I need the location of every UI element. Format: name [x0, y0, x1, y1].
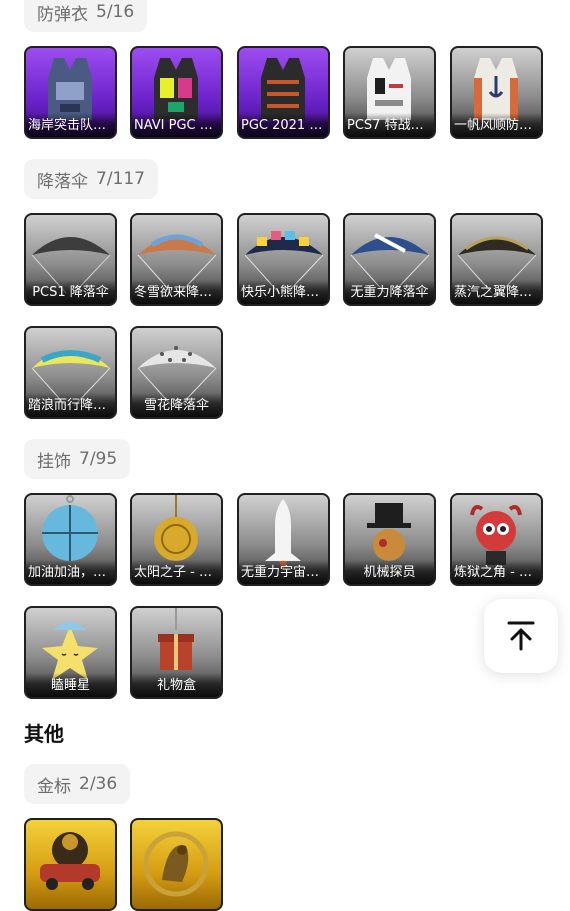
card-label: PGC 2021 防弹衣: [239, 113, 328, 137]
section-tag-name: 防弹衣: [37, 4, 88, 25]
pendant-card-6[interactable]: 瞌睡星: [24, 606, 117, 699]
gold-card-2[interactable]: [130, 818, 223, 911]
section-tag-armor: 防弹衣 5/16: [24, 0, 148, 32]
parachute-card-3[interactable]: 快乐小熊降落伞: [237, 213, 330, 306]
section-tag-name: 降落伞: [37, 171, 88, 192]
armor-card-5[interactable]: 一帆风顺防弹衣: [450, 46, 543, 139]
scroll-to-top-button[interactable]: [484, 599, 558, 673]
card-label: 太阳之子 - 挂饰: [132, 560, 221, 584]
parachute-card-4[interactable]: 无重力降落伞: [343, 213, 436, 306]
card-label: PCS1 降落伞: [26, 280, 115, 304]
card-label: 瞌睡星: [26, 673, 115, 697]
armor-card-1[interactable]: 海岸突击队防弹衣: [24, 46, 117, 139]
card-label: 无重力宇宙飞船挂饰: [239, 560, 328, 584]
card-label: 蒸汽之翼降落伞: [452, 280, 541, 304]
armor-card-3[interactable]: PGC 2021 防弹衣: [237, 46, 330, 139]
gold-badge-car-icon: [40, 832, 100, 890]
card-label: 雪花降落伞: [132, 393, 221, 417]
armor-card-4[interactable]: PCS7 特战防弹衣: [343, 46, 436, 139]
section-title-other: 其他: [24, 722, 64, 746]
pendant-card-7[interactable]: 礼物盒: [130, 606, 223, 699]
card-label: 冬雪欲来降落伞: [132, 280, 221, 304]
parachute-card-5[interactable]: 蒸汽之翼降落伞: [450, 213, 543, 306]
pendant-card-5[interactable]: 炼狱之角 - 挂饰: [450, 493, 543, 586]
pendant-card-3[interactable]: 无重力宇宙飞船挂饰: [237, 493, 330, 586]
section-tag-pendant: 挂饰 7/95: [24, 439, 131, 479]
card-label: 礼物盒: [132, 673, 221, 697]
gold-card-1[interactable]: [24, 818, 117, 911]
section-tag-name: 金标: [37, 776, 71, 797]
parachute-card-1[interactable]: PCS1 降落伞: [24, 213, 117, 306]
section-tag-parachute: 降落伞 7/117: [24, 159, 158, 199]
section-tag-name: 挂饰: [37, 451, 71, 472]
card-label: 炼狱之角 - 挂饰: [452, 560, 541, 584]
parachute-card-2[interactable]: 冬雪欲来降落伞: [130, 213, 223, 306]
gold-badge-seal-icon: [143, 831, 209, 897]
parachute-card-6[interactable]: 踏浪而行降落伞: [24, 326, 117, 419]
card-label: 加油加油，篮球挂饰: [26, 560, 115, 584]
card-label: 踏浪而行降落伞: [26, 393, 115, 417]
pendant-card-1[interactable]: 加油加油，篮球挂饰: [24, 493, 117, 586]
parachute-card-7[interactable]: 雪花降落伞: [130, 326, 223, 419]
card-label: 海岸突击队防弹衣: [26, 113, 115, 137]
armor-card-2[interactable]: NAVI PGC 防弹衣: [130, 46, 223, 139]
arrow-up-to-top-icon: [507, 621, 535, 651]
section-tag-count: 2/36: [79, 774, 118, 794]
card-label: PCS7 特战防弹衣: [345, 113, 434, 137]
card-label: NAVI PGC 防弹衣: [132, 113, 221, 137]
section-tag-count: 5/16: [96, 2, 135, 22]
card-label: 机械探员: [345, 560, 434, 584]
section-tag-count: 7/95: [79, 449, 118, 469]
card-label: 快乐小熊降落伞: [239, 280, 328, 304]
card-label: 无重力降落伞: [345, 280, 434, 304]
card-label: 一帆风顺防弹衣: [452, 113, 541, 137]
pendant-card-4[interactable]: 机械探员: [343, 493, 436, 586]
section-tag-gold: 金标 2/36: [24, 764, 131, 804]
section-tag-count: 7/117: [96, 169, 145, 189]
pendant-card-2[interactable]: 太阳之子 - 挂饰: [130, 493, 223, 586]
